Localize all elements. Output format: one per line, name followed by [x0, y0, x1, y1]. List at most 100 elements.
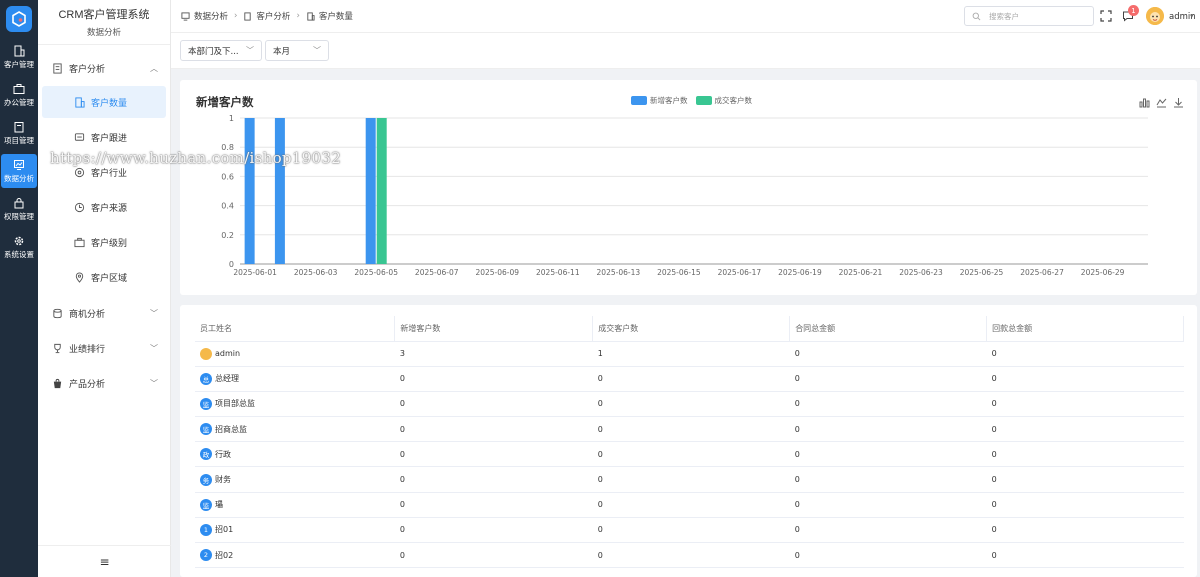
search-input[interactable]: 搜索客户: [964, 6, 1094, 26]
table-header-row: 员工姓名 新增客户数 成交客户数 合同总金额 回款总金额: [195, 316, 1184, 342]
y-tick-label: 0.6: [221, 172, 234, 181]
x-tick-label: 2025-06-27: [1020, 268, 1064, 277]
app-logo-icon: [6, 6, 32, 32]
contract-amount-cell: 0: [789, 416, 987, 443]
message-icon: [74, 132, 85, 141]
nav-system-settings[interactable]: 系统设置: [1, 230, 37, 264]
avatar: 政: [200, 448, 212, 461]
payment-amount-cell: 0: [986, 466, 1184, 493]
menu-item-label: 客户来源: [91, 203, 128, 214]
column-header[interactable]: 回款总金额: [986, 316, 1184, 342]
menu-item-customer-level[interactable]: 客户级别: [42, 226, 166, 258]
deal-customers-cell: 0: [592, 466, 790, 493]
avatar[interactable]: [1146, 7, 1164, 25]
employee-name: 招商总监: [215, 424, 247, 434]
contract-amount-cell: 0: [789, 466, 987, 493]
x-tick-label: 2025-06-15: [657, 268, 701, 277]
x-tick-label: 2025-06-23: [899, 268, 943, 277]
bar-chart-toggle-icon[interactable]: [1139, 97, 1150, 108]
menu-item-customer-industry[interactable]: 客户行业: [42, 156, 166, 188]
legend-item-deal[interactable]: 成交客户数: [695, 95, 752, 106]
menu-group-performance-ranking[interactable]: 业绩排行 ﹀: [38, 331, 170, 366]
table-row[interactable]: 监招商总监 0 0 0 0: [195, 416, 1184, 443]
menu-item-customer-source[interactable]: 客户来源: [42, 191, 166, 223]
employee-cell: 监瓃: [195, 492, 395, 518]
contract-amount-cell: 0: [789, 391, 987, 418]
employee-cell: 总总经理: [195, 366, 395, 392]
table-card: 员工姓名 新增客户数 成交客户数 合同总金额 回款总金额 admin 3 1 0 0 总总…: [180, 305, 1197, 577]
line-chart-toggle-icon[interactable]: [1156, 97, 1167, 108]
x-tick-label: 2025-06-11: [536, 268, 580, 277]
x-tick-label: 2025-06-07: [415, 268, 459, 277]
deal-customers-cell: 0: [592, 542, 790, 569]
table-row[interactable]: 监瓃0000: [195, 492, 1184, 518]
employee-name: 瓃: [215, 500, 223, 510]
menu-item-customer-region[interactable]: 客户区域: [42, 261, 166, 293]
table-row[interactable]: 1 招01 0 0 0 0: [195, 517, 1184, 544]
column-header[interactable]: 合同总金额: [789, 316, 988, 342]
x-tick-label: 2025-06-21: [839, 268, 883, 277]
column-header[interactable]: 员工姓名: [195, 316, 396, 342]
employee-cell: 1 招01: [195, 517, 395, 544]
table-row[interactable]: admin 3 1 0 0: [195, 341, 1184, 367]
breadcrumb-item[interactable]: 客户分析: [256, 10, 290, 22]
table-row[interactable]: 监项目部总监 0 0 0 0: [195, 391, 1184, 418]
table-row[interactable]: 政行政 0 0 0 0: [195, 441, 1184, 468]
nav-permission-management[interactable]: 权限管理: [1, 192, 37, 226]
gear-icon: [14, 236, 24, 245]
column-header[interactable]: 新增客户数: [394, 316, 594, 342]
y-tick-label: 0.2: [221, 231, 234, 240]
contract-amount-cell: 0: [789, 441, 987, 468]
payment-amount-cell: 0: [986, 542, 1184, 569]
menu-item-customer-followup[interactable]: 客户跟进: [42, 121, 166, 153]
clipboard-icon: [14, 121, 24, 132]
menu-item-customer-count[interactable]: 客户数量: [42, 86, 166, 118]
fullscreen-icon[interactable]: [1100, 10, 1112, 22]
contract-amount-cell: 0: [789, 341, 987, 367]
briefcase-icon: [74, 237, 85, 247]
nav-office-management[interactable]: 办公管理: [1, 78, 37, 112]
contract-amount-cell: 0: [789, 517, 987, 544]
table-row[interactable]: 2 招02 0 0 0 0: [195, 542, 1184, 569]
nav-label: 办公管理: [4, 97, 34, 107]
menu-group-label: 客户分析: [69, 65, 106, 75]
x-tick-label: 2025-06-03: [294, 268, 338, 277]
breadcrumb-item[interactable]: 数据分析: [194, 10, 228, 22]
nav-data-analysis[interactable]: 数据分析: [1, 154, 37, 188]
employee-stats-table: 员工姓名 新增客户数 成交客户数 合同总金额 回款总金额 admin 3 1 0 0 总总…: [195, 316, 1184, 569]
menu-group-customer-analysis[interactable]: 客户分析 ︿: [38, 51, 170, 86]
flower-icon: [74, 167, 85, 177]
employee-name: admin: [215, 349, 241, 359]
deal-customers-cell: 0: [592, 517, 790, 544]
chevron-down-icon: ﹀: [313, 46, 321, 55]
employee-cell: 监项目部总监: [195, 391, 395, 418]
table-row[interactable]: 总总经理 0 0 0 0: [195, 366, 1184, 392]
menu-group-label: 商机分析: [69, 310, 106, 320]
department-select[interactable]: 本部门及下... ﹀: [180, 40, 262, 61]
search-placeholder: 搜索客户: [989, 11, 1019, 21]
deal-customers-cell: 0: [592, 492, 790, 518]
nav-customer-management[interactable]: 客户管理: [1, 40, 37, 74]
avatar: 监: [200, 498, 212, 511]
new-customers-cell: 0: [394, 441, 593, 468]
legend-swatch: [695, 96, 712, 105]
x-tick-label: 2025-06-17: [718, 268, 762, 277]
collapse-menu-button[interactable]: ≡: [38, 545, 171, 577]
column-header[interactable]: 成交客户数: [592, 316, 791, 342]
avatar: [200, 347, 212, 360]
filter-bar: 本部门及下... ﹀ 本月 ﹀: [171, 33, 1200, 69]
menu-group-opportunity-analysis[interactable]: 商机分析 ﹀: [38, 296, 170, 331]
legend-item-new[interactable]: 新增客户数: [631, 95, 688, 106]
payment-amount-cell: 0: [986, 391, 1184, 418]
employee-name: 总经理: [215, 374, 239, 384]
chart-icon: [14, 159, 24, 170]
x-tick-label: 2025-06-25: [960, 268, 1004, 277]
download-icon[interactable]: [1173, 97, 1184, 108]
period-select[interactable]: 本月 ﹀: [265, 40, 329, 61]
employee-cell: 务财务: [195, 466, 395, 493]
caret-down-icon[interactable]: ▾: [1190, 12, 1194, 20]
nav-project-management[interactable]: 项目管理: [1, 116, 37, 150]
new-customers-cell: 0: [394, 517, 593, 544]
menu-group-product-analysis[interactable]: 产品分析 ﹀: [38, 366, 170, 401]
table-row[interactable]: 务财务 0 0 0 0: [195, 466, 1184, 493]
